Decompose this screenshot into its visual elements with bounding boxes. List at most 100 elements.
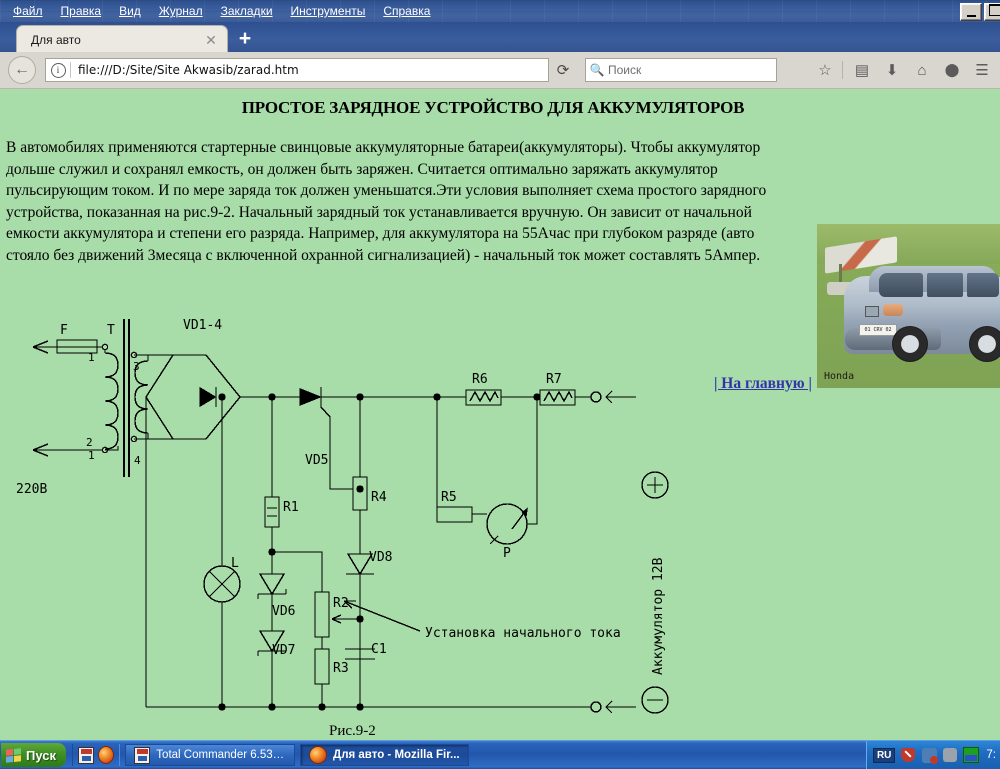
menu-item-history-label: Журнал: [158, 4, 203, 18]
junction-vd7-gnd: [268, 703, 276, 711]
label-bridge: VD1-4: [183, 318, 222, 333]
reload-icon[interactable]: ⟳: [550, 58, 576, 82]
tab-title: Для авто: [31, 33, 81, 47]
window-controls: [960, 3, 1000, 21]
junction-r4-top: [356, 393, 364, 401]
close-icon[interactable]: ✕: [202, 31, 220, 49]
tab-dlya-avto[interactable]: Для авто ✕: [16, 25, 228, 52]
label-secondary-tap-4: 4: [134, 454, 141, 467]
wire-sec-4: [147, 433, 164, 440]
menu-item-file[interactable]: Файл: [4, 1, 52, 21]
reader-library-icon[interactable]: ▤: [848, 56, 876, 84]
home-icon[interactable]: ⌂: [908, 56, 936, 84]
transformer-primary-winding: [104, 352, 119, 450]
annotation-leader: [343, 600, 421, 632]
label-meter: P: [503, 546, 511, 561]
label-transformer: T: [107, 323, 115, 338]
menu-item-edit[interactable]: Правка: [52, 1, 111, 21]
menu-item-history[interactable]: Журнал: [150, 1, 212, 21]
bridge-diode-triangle: [199, 386, 217, 408]
label-r5: R5: [441, 490, 457, 505]
label-r7: R7: [546, 372, 562, 387]
label-r3: R3: [333, 661, 349, 676]
menu-bar: Файл Правка Вид Журнал Закладки Инструме…: [0, 0, 439, 22]
firefox-icon: [309, 746, 327, 764]
identity-info-glyph: i: [50, 62, 66, 78]
terminal-1: [101, 343, 109, 351]
taskbar: Пуск Total Commander 6.53 - ... Для авто…: [0, 740, 1000, 769]
label-r2: R2: [333, 596, 349, 611]
identity-info-icon[interactable]: i: [46, 59, 70, 81]
tab-strip: Для авто ✕ +: [0, 22, 1000, 52]
volume-speaker-icon[interactable]: [942, 747, 958, 763]
new-tab-button[interactable]: +: [234, 28, 256, 50]
system-tray: RU 7:: [865, 741, 1000, 769]
menu-item-file-label: Файл: [13, 4, 43, 18]
wire-r2-top: [272, 551, 323, 592]
menu-item-view[interactable]: Вид: [110, 1, 150, 21]
label-primary-tap-2: 2: [86, 436, 93, 449]
label-fuse: F: [60, 323, 68, 338]
junction-r1-top: [268, 393, 276, 401]
menu-item-help-label: Справка: [383, 4, 431, 18]
label-vd8: VD8: [369, 550, 392, 565]
label-vd7: VD7: [272, 643, 295, 658]
menu-item-bookmarks[interactable]: Закладки: [212, 1, 282, 21]
label-c1: C1: [371, 642, 387, 657]
settings-gears-icon[interactable]: [921, 747, 938, 764]
search-input[interactable]: Поиск: [608, 63, 641, 77]
browser-window: Файл Правка Вид Журнал Закладки Инструме…: [0, 0, 1000, 740]
search-icon: 🔍: [589, 63, 605, 77]
back-arrow-icon[interactable]: ←: [8, 56, 36, 84]
url-bar[interactable]: i file:///D:/Site/Site Akwasib/zarad.htm: [45, 58, 549, 82]
title-bar: Файл Правка Вид Журнал Закладки Инструме…: [0, 0, 1000, 22]
junction-r4-base: [356, 485, 364, 493]
vd5-triangle: [299, 387, 322, 407]
r5-symbol: [436, 506, 473, 523]
taskbar-clock[interactable]: 7:: [984, 749, 996, 761]
minimize-icon: [966, 15, 976, 17]
circuit-diagram: F T 220В 1 4 3 VD1-4 R1 L VD5 R4 VD8 VD6…: [16, 318, 669, 714]
label-lamp: L: [231, 556, 239, 571]
search-bar[interactable]: 🔍 Поиск: [585, 58, 777, 82]
menu-item-view-label: Вид: [119, 4, 141, 18]
label-primary-tap-1: 1: [88, 351, 95, 364]
xpert-3d-icon[interactable]: [963, 747, 980, 763]
label-r1: R1: [283, 500, 299, 515]
wire-sec-3: [147, 354, 164, 361]
pocket-icon[interactable]: ⬤: [938, 56, 966, 84]
total-commander-quicklaunch-icon[interactable]: [78, 746, 94, 764]
windows-flag-icon: [6, 747, 21, 763]
minimize-button[interactable]: [960, 3, 982, 21]
lamp-cross: [209, 571, 235, 597]
label-tap-1: 1: [88, 449, 95, 462]
menu-item-bookmarks-label: Закладки: [220, 4, 273, 18]
start-button-label: Пуск: [26, 747, 56, 763]
taskbar-button-total-commander[interactable]: Total Commander 6.53 - ...: [125, 744, 295, 766]
r3-symbol: [314, 648, 330, 685]
bookmark-star-icon[interactable]: ☆: [811, 56, 839, 84]
firefox-quicklaunch-icon[interactable]: [98, 746, 114, 764]
toolbar-separator: [842, 61, 843, 79]
language-indicator[interactable]: RU: [872, 747, 896, 763]
label-vd6: VD6: [272, 604, 295, 619]
antivirus-shield-icon[interactable]: [900, 747, 916, 763]
r4-symbol: [352, 476, 368, 511]
menu-item-help[interactable]: Справка: [374, 1, 439, 21]
taskbar-button-firefox[interactable]: Для авто - Mozilla Fir...: [300, 744, 469, 766]
label-annotation: Установка начального тока: [425, 626, 621, 641]
downloads-icon[interactable]: ⬇: [878, 56, 906, 84]
menu-hamburger-icon[interactable]: ☰: [968, 56, 996, 84]
url-input[interactable]: file:///D:/Site/Site Akwasib/zarad.htm: [71, 63, 548, 77]
maximize-icon: [989, 4, 1000, 16]
r2-symbol: [314, 591, 330, 638]
start-button[interactable]: Пуск: [1, 743, 66, 767]
label-mains-voltage: 220В: [16, 482, 47, 497]
quick-launch-bar: [72, 744, 120, 766]
menu-item-tools[interactable]: Инструменты: [282, 1, 375, 21]
label-secondary-tap-3: 3: [133, 360, 140, 373]
label-battery: Аккумулятор 12В: [651, 557, 666, 675]
maximize-button[interactable]: [984, 3, 1000, 21]
taskbar-button-firefox-label: Для авто - Mozilla Fir...: [333, 749, 460, 761]
junction-r3-gnd: [318, 703, 326, 711]
